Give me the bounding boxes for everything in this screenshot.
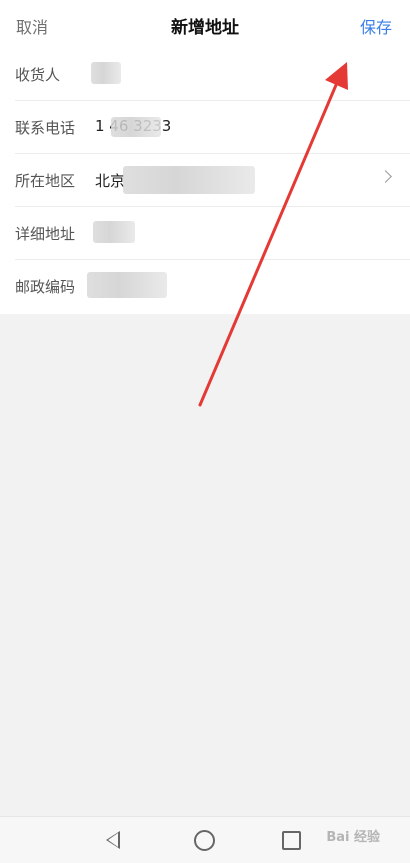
chevron-right-icon bbox=[379, 170, 392, 183]
phone-label: 联系电话 bbox=[15, 119, 76, 137]
recipient-label: 收货人 bbox=[15, 66, 61, 84]
region-row[interactable]: 所在地区 北京 bbox=[15, 154, 410, 207]
address-form: 收货人 联系电话 1 46 3233 所在地区 北京 详细地址 邮政编码 bbox=[0, 48, 410, 314]
postal-code-row[interactable]: 邮政编码 bbox=[15, 260, 410, 313]
system-nav-bar: Bai 经验 bbox=[0, 816, 410, 863]
recent-apps-square-icon[interactable] bbox=[282, 831, 301, 850]
redaction-blur bbox=[87, 272, 167, 298]
back-triangle-icon[interactable] bbox=[106, 831, 120, 849]
recipient-row[interactable]: 收货人 bbox=[15, 48, 410, 101]
phone-row[interactable]: 联系电话 1 46 3233 bbox=[15, 101, 410, 154]
region-label: 所在地区 bbox=[15, 172, 76, 190]
top-bar: 取消 新增地址 保存 bbox=[0, 0, 410, 48]
save-button[interactable]: 保存 bbox=[360, 14, 392, 38]
page-title: 新增地址 bbox=[171, 18, 239, 38]
home-circle-icon[interactable] bbox=[194, 830, 215, 851]
redaction-blur bbox=[111, 117, 161, 137]
region-field[interactable]: 北京 bbox=[95, 170, 125, 191]
watermark-text: Bai 经验 bbox=[326, 830, 380, 845]
redaction-blur bbox=[123, 166, 255, 194]
detail-address-label: 详细地址 bbox=[15, 225, 76, 243]
redaction-blur bbox=[93, 221, 135, 243]
postal-code-label: 邮政编码 bbox=[15, 278, 76, 296]
detail-address-row[interactable]: 详细地址 bbox=[15, 207, 410, 260]
redaction-blur bbox=[91, 62, 121, 84]
